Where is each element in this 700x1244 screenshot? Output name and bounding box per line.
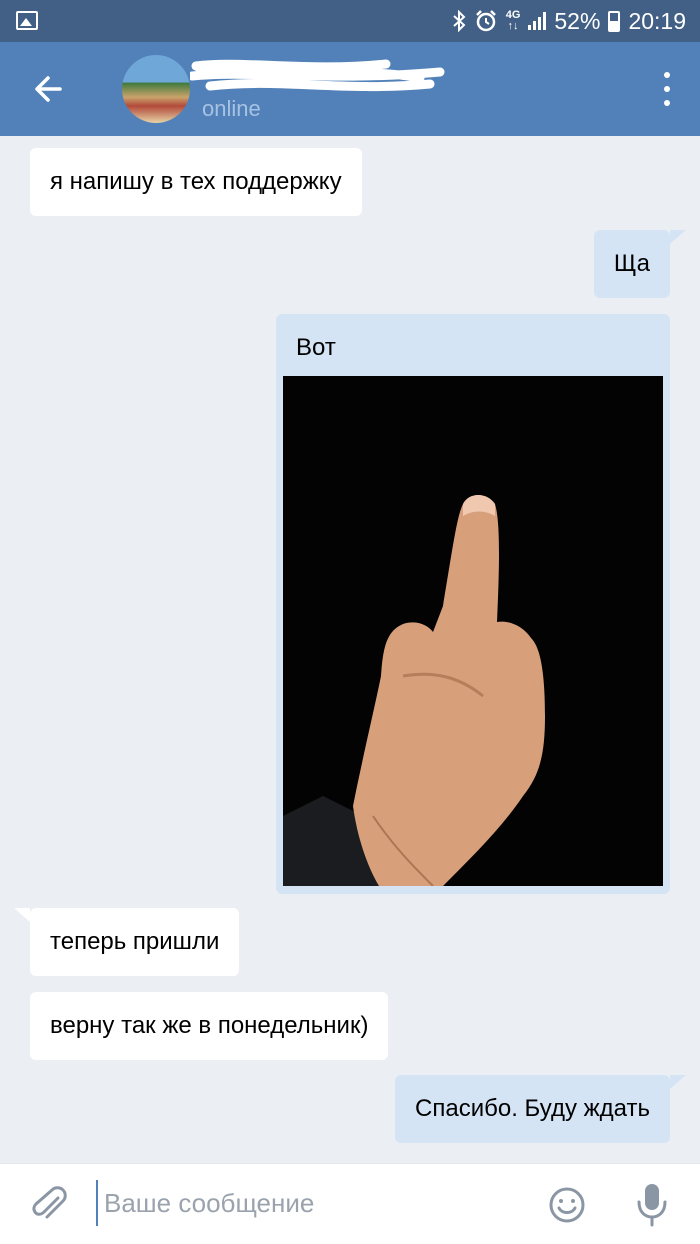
message-outgoing: Спасибо. Буду ждать (395, 1075, 686, 1143)
status-bar: 4G ↑↓ 52% 20:19 (0, 0, 700, 42)
signal-icon (528, 12, 547, 30)
alarm-icon (475, 10, 496, 32)
message-text: верну так же в понедельник) (50, 1012, 369, 1039)
clock-time: 20:19 (628, 7, 686, 34)
message-incoming: верну так же в понедельник) (30, 992, 389, 1060)
chat-header: online (0, 42, 700, 136)
back-arrow-icon[interactable] (30, 70, 68, 108)
contact-status: online (202, 96, 261, 121)
message-composer (0, 1163, 700, 1244)
message-text: Вот (296, 334, 336, 361)
gallery-icon (16, 11, 38, 30)
message-incoming: я напишу в тех поддержку (30, 148, 362, 216)
message-text: Спасибо. Буду ждать (415, 1095, 650, 1122)
message-incoming: теперь пришли (14, 908, 240, 976)
message-outgoing: Ща (593, 230, 686, 298)
microphone-icon[interactable] (634, 1182, 670, 1228)
network-4g-icon: 4G ↑↓ (505, 9, 521, 32)
photo-attachment[interactable] (283, 376, 663, 886)
message-text: я напишу в тех поддержку (50, 168, 342, 195)
battery-icon (608, 10, 621, 32)
battery-percentage: 52% (554, 7, 601, 34)
emoji-icon[interactable] (548, 1186, 586, 1224)
paperclip-icon[interactable] (28, 1184, 70, 1226)
message-text: Ща (613, 250, 650, 277)
message-outgoing-photo: Вот (276, 314, 670, 894)
avatar[interactable] (122, 55, 190, 123)
more-vertical-icon[interactable] (662, 72, 672, 106)
message-text: теперь пришли (50, 928, 220, 955)
contact-name-redacted (190, 59, 445, 92)
message-input[interactable] (96, 1180, 516, 1226)
status-bar-right: 4G ↑↓ 52% 20:19 (452, 0, 686, 42)
bluetooth-icon (453, 10, 466, 32)
